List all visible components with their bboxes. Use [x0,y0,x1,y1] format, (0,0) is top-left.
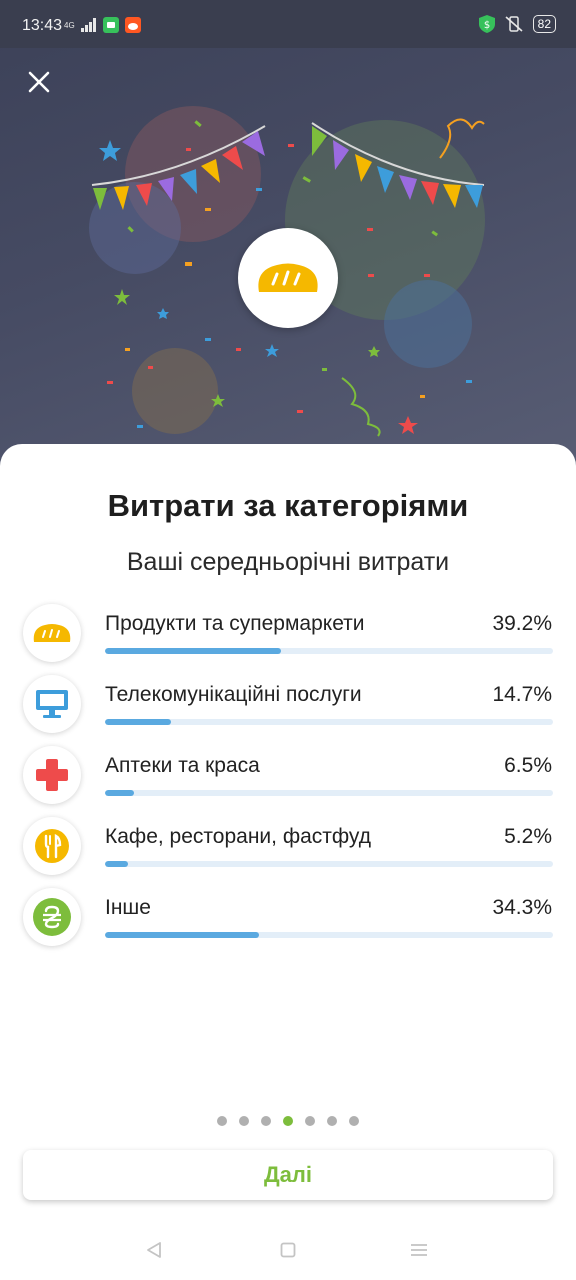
network-label: 4G [64,20,75,30]
pagination-dot[interactable] [239,1116,249,1126]
category-icon-circle [23,746,81,804]
celebration-header [0,0,576,470]
status-right-icons: $ 82 [478,15,556,33]
category-row-telecom: Телекомунікаційні послуги 14.7% [0,673,576,735]
category-progress-track [105,648,553,654]
category-row-cafe: Кафе, ресторани, фастфуд 5.2% [0,815,576,877]
category-label: Аптеки та краса [105,754,260,777]
category-progress-track [105,790,553,796]
status-time: 13:43 [22,17,63,34]
category-badge [238,228,338,328]
category-progress-fill [105,790,135,796]
category-progress-track [105,932,553,938]
category-percent: 5.2% [504,825,552,848]
bread-icon [258,263,318,292]
category-row-pharmacy: Аптеки та краса 6.5% [0,744,576,806]
pagination-dot[interactable] [261,1116,271,1126]
category-label: Кафе, ресторани, фастфуд [105,825,371,848]
category-progress-track [105,861,553,867]
svg-text:$: $ [483,20,489,31]
pagination-dot[interactable] [217,1116,227,1126]
menu-lines-icon [411,1244,427,1256]
signal-icon [80,18,96,32]
category-percent: 34.3% [492,896,552,919]
status-left-icons: 4G [64,17,141,33]
category-percent: 6.5% [504,754,552,777]
next-button[interactable]: Далі [23,1150,553,1200]
pagination-dot[interactable] [349,1116,359,1126]
category-icon-circle [23,604,81,662]
close-icon [28,71,50,93]
category-label: Інше [105,896,151,919]
category-progress-fill [105,861,129,867]
category-progress-fill [105,648,281,654]
status-bar: 13:43 4G $ 82 [0,0,576,48]
sheet-title: Витрати за категоріями [107,488,469,523]
category-row-groceries: Продукти та супермаркети 39.2% [0,602,576,664]
pagination-dot[interactable] [327,1116,337,1126]
recents-button[interactable] [401,1232,437,1268]
pagination-dots [0,1116,576,1126]
shield-icon: $ [478,15,495,33]
category-icon-circle [23,888,81,946]
bread-icon [33,624,71,642]
category-progress-fill [105,932,259,938]
category-icon-circle [23,675,81,733]
pagination-dot[interactable] [305,1116,315,1126]
message-app-icon [102,17,119,33]
category-label: Продукти та супермаркети [105,612,365,635]
system-navigation-bar [0,1232,576,1268]
category-label: Телекомунікаційні послуги [105,683,362,706]
category-icon-circle [23,817,81,875]
vibrate-mute-icon [505,16,523,32]
battery-level: 82 [532,15,556,33]
home-square-icon [280,1242,296,1258]
bottom-sheet: Витрати за категоріями Ваші середньорічн… [0,444,576,1280]
category-progress-fill [105,719,171,725]
back-button[interactable] [136,1232,172,1268]
category-percent: 39.2% [492,612,552,635]
category-row-other: Інше 34.3% [0,886,576,948]
medical-cross-icon [36,759,68,791]
pagination-dot-active[interactable] [283,1116,293,1126]
sheet-subtitle: Ваші середньорічні витрати [126,548,450,576]
fork-knife-icon [35,829,69,863]
close-button[interactable] [24,66,54,100]
reddit-icon [124,17,141,33]
hryvnia-icon [33,898,71,936]
category-percent: 14.7% [492,683,552,706]
back-triangle-icon [147,1242,161,1258]
category-progress-track [105,719,553,725]
home-button[interactable] [270,1232,306,1268]
monitor-icon [36,690,68,718]
